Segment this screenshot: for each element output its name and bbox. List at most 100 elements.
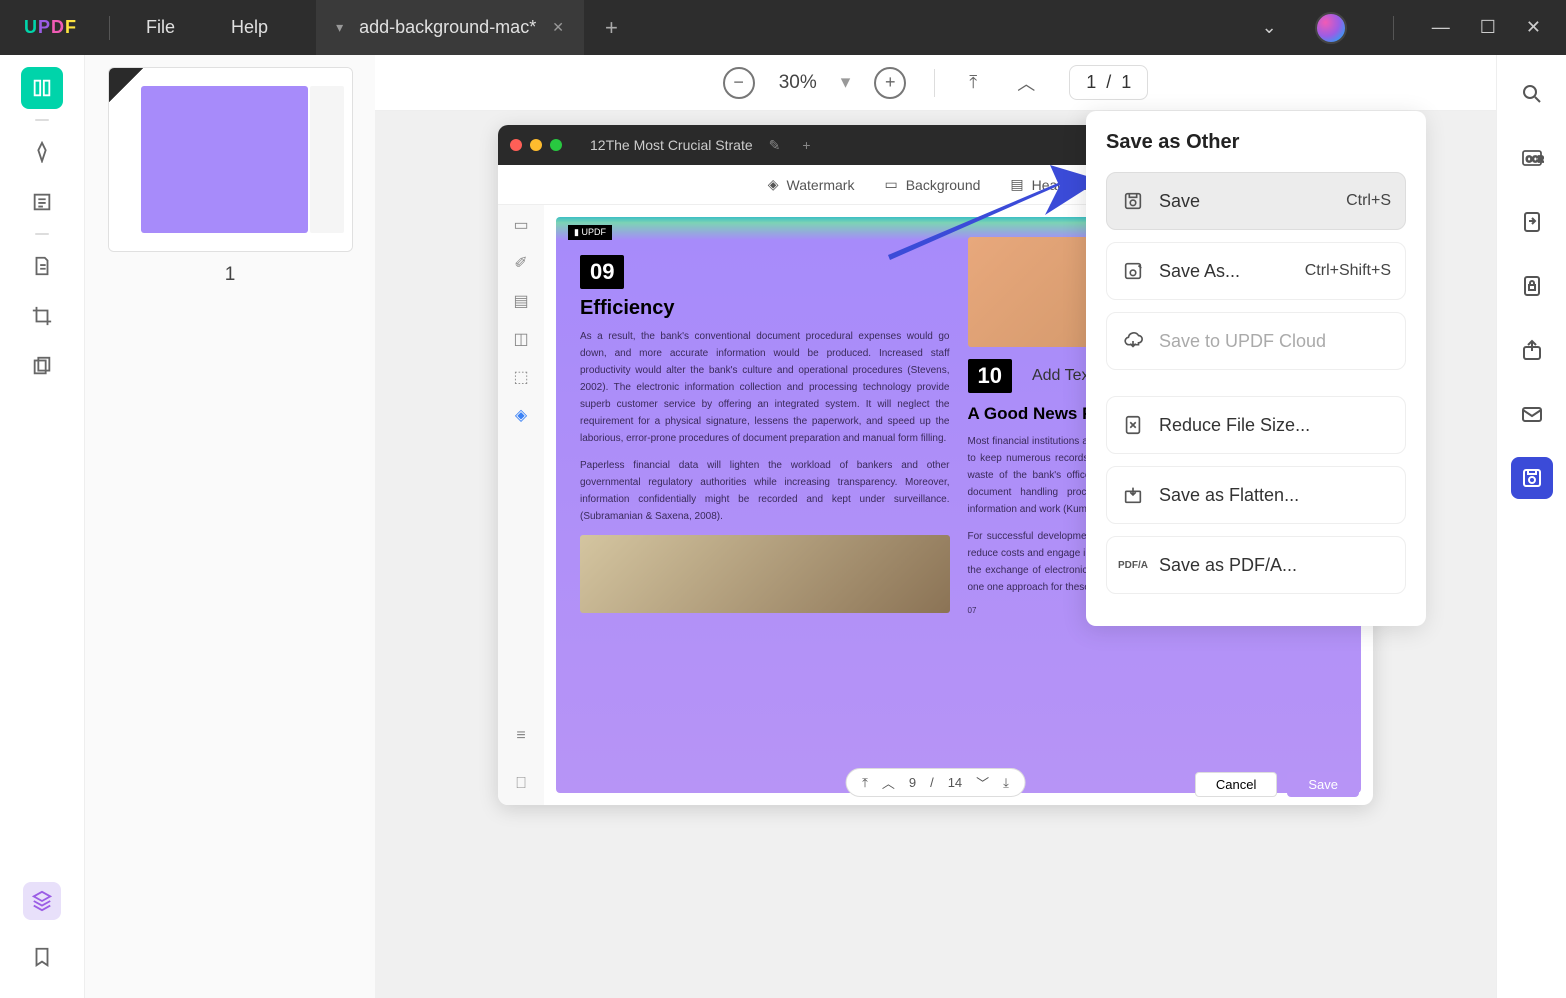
next-icon: ﹀ (976, 773, 989, 792)
document-viewport: − 30% ▾ + ⤒ ︿ 1 / 1 (375, 55, 1496, 998)
add-tab-button[interactable]: + (584, 0, 639, 55)
flatten-label: Save as Flatten... (1159, 485, 1299, 506)
cloud-icon (1121, 329, 1145, 353)
panel-title: Save as Other (1106, 131, 1406, 154)
first-page-icon[interactable]: ⤒ (963, 68, 983, 97)
email-icon[interactable] (1511, 393, 1553, 435)
ocr-icon[interactable]: OCR (1511, 137, 1553, 179)
top-toolbar: − 30% ▾ + ⤒ ︿ 1 / 1 (375, 55, 1496, 111)
body-text: As a result, the bank's conventional doc… (580, 328, 950, 447)
protect-icon[interactable] (1511, 265, 1553, 307)
mac-layers-icon: ≡ (516, 727, 525, 745)
search-icon[interactable] (1511, 73, 1553, 115)
user-avatar[interactable] (1315, 12, 1347, 44)
titlebar: UPDF File Help ▾ add-background-mac* ✕ +… (0, 0, 1566, 55)
window-close-icon[interactable]: ✕ (1526, 17, 1541, 38)
menu-help[interactable]: Help (203, 17, 296, 38)
prev-icon: ︿ (882, 773, 895, 792)
save-as-other-panel: Save as Other Save Ctrl+S Save As... Ctr… (1086, 111, 1426, 626)
save-flatten-button[interactable]: Save as Flatten... (1106, 466, 1406, 524)
mac-tool-icon: ▤ (513, 291, 528, 311)
pdfa-label: Save as PDF/A... (1159, 555, 1297, 576)
window-minimize-icon[interactable]: — (1432, 17, 1450, 38)
main-area: 1 − 30% ▾ + ⤒ ︿ 1 / 1 (0, 55, 1566, 998)
save-button[interactable]: Save Ctrl+S (1106, 172, 1406, 230)
reduce-icon (1121, 413, 1145, 437)
first-icon: ⤒ (862, 775, 868, 791)
convert-icon[interactable] (1511, 201, 1553, 243)
page-indicator[interactable]: 1 / 1 (1069, 65, 1148, 100)
mac-minimize-icon (530, 139, 542, 151)
save-icon (1121, 189, 1145, 213)
save-cloud-label: Save to UPDF Cloud (1159, 331, 1326, 352)
shortcut-label: Ctrl+Shift+S (1305, 262, 1391, 280)
bookmark-icon[interactable] (21, 936, 63, 978)
zoom-in-button[interactable]: + (874, 67, 906, 99)
mac-close-icon (510, 139, 522, 151)
save-pdfa-button[interactable]: PDF/A Save as PDF/A... (1106, 536, 1406, 594)
reader-mode-icon[interactable] (21, 67, 63, 109)
mac-bookmark-icon: ⎕ (516, 775, 526, 793)
save-cloud-button[interactable]: Save to UPDF Cloud (1106, 312, 1406, 370)
reduce-label: Reduce File Size... (1159, 415, 1310, 436)
layers-icon[interactable] (23, 882, 61, 920)
thumbnail-label: 1 (225, 264, 236, 286)
window-maximize-icon[interactable]: ☐ (1480, 17, 1496, 38)
tab-title: add-background-mac* (359, 17, 536, 38)
flatten-icon (1121, 483, 1145, 507)
right-sidebar: OCR (1496, 55, 1566, 998)
menu-file[interactable]: File (118, 17, 203, 38)
document-tab[interactable]: ▾ add-background-mac* ✕ (316, 0, 584, 55)
share-icon[interactable] (1511, 329, 1553, 371)
dropdown-icon[interactable]: ⌄ (1262, 17, 1277, 38)
highlighter-icon[interactable] (21, 131, 63, 173)
mac-tool-icon: ◈ (515, 405, 527, 425)
save-as-icon (1121, 259, 1145, 283)
zoom-dropdown-icon[interactable]: ▾ (841, 71, 851, 94)
last-icon: ⤓ (1003, 775, 1009, 791)
mac-tool-icon: ▭ (513, 215, 528, 235)
section-number: 09 (580, 255, 624, 289)
mac-tab-title: 12The Most Crucial Strate (590, 137, 753, 153)
mac-maximize-icon (550, 139, 562, 151)
svg-text:OCR: OCR (1526, 155, 1544, 164)
organize-icon[interactable] (21, 345, 63, 387)
zoom-level: 30% (779, 72, 817, 94)
divider (109, 16, 110, 40)
zoom-out-button[interactable]: − (723, 67, 755, 99)
left-sidebar (0, 55, 85, 998)
page-thumbnail[interactable] (108, 67, 353, 252)
mac-tool-icon: ✐ (514, 253, 527, 273)
save-as-button[interactable]: Save As... Ctrl+Shift+S (1106, 242, 1406, 300)
crop-icon[interactable] (21, 295, 63, 337)
divider (1393, 16, 1394, 40)
pdfa-icon: PDF/A (1121, 553, 1145, 577)
mac-page-nav: ⤒ ︿ 9 / 14 ﹀ ⤓ (845, 768, 1026, 797)
content-image (580, 535, 950, 613)
mac-edit-icon: ✎ (769, 137, 781, 154)
add-text-label: Add Text (1032, 357, 1094, 395)
annotation-arrow (880, 165, 1100, 275)
thumbnail-panel: 1 (85, 55, 375, 998)
watermark-tool: ◈Watermark (768, 176, 855, 193)
mac-left-tools: ▭ ✐ ▤ ◫ ⬚ ◈ ≡ ⎕ (498, 205, 544, 805)
shortcut-label: Ctrl+S (1346, 192, 1391, 210)
section-number: 10 (968, 359, 1012, 393)
save-as-label: Save As... (1159, 261, 1240, 282)
mac-cancel-button: Cancel (1195, 772, 1277, 797)
prev-page-icon[interactable]: ︿ (1011, 66, 1041, 100)
mac-save-button: Save (1287, 772, 1359, 797)
edit-text-icon[interactable] (21, 181, 63, 223)
page-tools-icon[interactable] (21, 245, 63, 287)
save-other-icon[interactable] (1511, 457, 1553, 499)
mac-tool-icon: ⬚ (513, 367, 528, 387)
section-heading: Efficiency (580, 297, 950, 320)
mac-add-tab-icon: + (802, 137, 810, 153)
body-text: Paperless financial data will lighten th… (580, 457, 950, 525)
app-logo: UPDF (0, 17, 101, 38)
tab-dropdown-icon[interactable]: ▾ (336, 19, 343, 36)
mac-tool-icon: ◫ (513, 329, 528, 349)
save-label: Save (1159, 191, 1200, 212)
reduce-size-button[interactable]: Reduce File Size... (1106, 396, 1406, 454)
tab-close-icon[interactable]: ✕ (552, 19, 564, 36)
